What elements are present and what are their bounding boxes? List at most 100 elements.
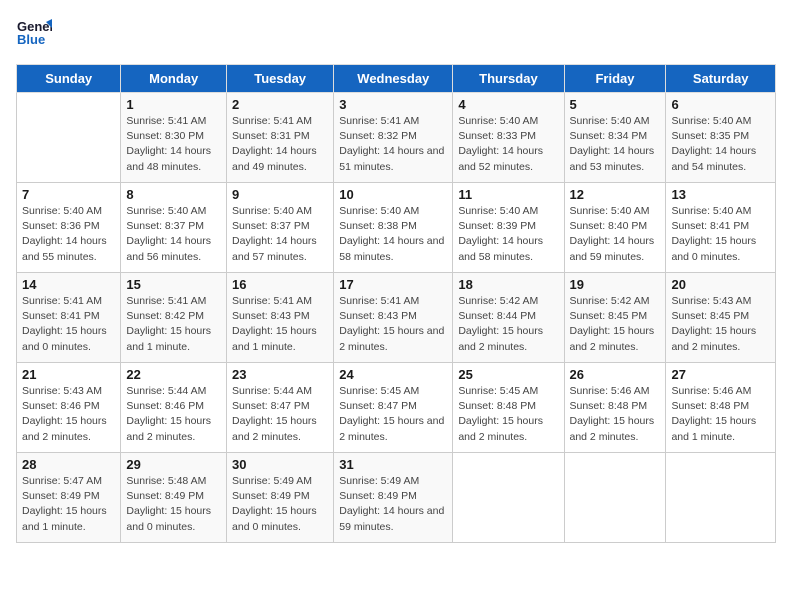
day-number: 3 [339, 97, 447, 112]
day-number: 27 [671, 367, 770, 382]
calendar-cell: 3 Sunrise: 5:41 AMSunset: 8:32 PMDaylight… [334, 93, 453, 183]
day-detail: Sunrise: 5:40 AMSunset: 8:35 PMDaylight:… [671, 114, 770, 175]
day-detail: Sunrise: 5:44 AMSunset: 8:47 PMDaylight:… [232, 384, 328, 445]
day-number: 12 [570, 187, 661, 202]
calendar-cell: 20 Sunrise: 5:43 AMSunset: 8:45 PMDayligh… [666, 273, 776, 363]
day-number: 15 [126, 277, 221, 292]
calendar-week-row: 7 Sunrise: 5:40 AMSunset: 8:36 PMDaylight… [17, 183, 776, 273]
day-detail: Sunrise: 5:41 AMSunset: 8:43 PMDaylight:… [232, 294, 328, 355]
logo-svg: General Blue [16, 16, 52, 52]
day-number: 13 [671, 187, 770, 202]
day-detail: Sunrise: 5:45 AMSunset: 8:47 PMDaylight:… [339, 384, 447, 445]
day-detail: Sunrise: 5:40 AMSunset: 8:37 PMDaylight:… [126, 204, 221, 265]
day-detail: Sunrise: 5:45 AMSunset: 8:48 PMDaylight:… [458, 384, 558, 445]
day-detail: Sunrise: 5:41 AMSunset: 8:32 PMDaylight:… [339, 114, 447, 175]
day-detail: Sunrise: 5:41 AMSunset: 8:41 PMDaylight:… [22, 294, 115, 355]
calendar-body: 1 Sunrise: 5:41 AMSunset: 8:30 PMDaylight… [17, 93, 776, 543]
day-detail: Sunrise: 5:40 AMSunset: 8:41 PMDaylight:… [671, 204, 770, 265]
calendar-cell: 4 Sunrise: 5:40 AMSunset: 8:33 PMDaylight… [453, 93, 564, 183]
calendar-cell: 7 Sunrise: 5:40 AMSunset: 8:36 PMDaylight… [17, 183, 121, 273]
day-detail: Sunrise: 5:40 AMSunset: 8:33 PMDaylight:… [458, 114, 558, 175]
calendar-table: SundayMondayTuesdayWednesdayThursdayFrid… [16, 64, 776, 543]
day-detail: Sunrise: 5:41 AMSunset: 8:30 PMDaylight:… [126, 114, 221, 175]
day-detail: Sunrise: 5:40 AMSunset: 8:36 PMDaylight:… [22, 204, 115, 265]
day-number: 29 [126, 457, 221, 472]
weekday-header-cell: Monday [121, 65, 227, 93]
calendar-cell: 24Sunrise: 5:45 AMSunset: 8:47 PMDayligh… [334, 363, 453, 453]
calendar-cell: 30Sunrise: 5:49 AMSunset: 8:49 PMDayligh… [227, 453, 334, 543]
calendar-cell: 25 Sunrise: 5:45 AMSunset: 8:48 PMDayligh… [453, 363, 564, 453]
day-number: 4 [458, 97, 558, 112]
calendar-cell: 2Sunrise: 5:41 AMSunset: 8:31 PMDaylight… [227, 93, 334, 183]
day-detail: Sunrise: 5:40 AMSunset: 8:38 PMDaylight:… [339, 204, 447, 265]
weekday-header-cell: Friday [564, 65, 666, 93]
weekday-header-cell: Sunday [17, 65, 121, 93]
day-number: 23 [232, 367, 328, 382]
day-detail: Sunrise: 5:47 AMSunset: 8:49 PMDaylight:… [22, 474, 115, 535]
calendar-cell: 22Sunrise: 5:44 AMSunset: 8:46 PMDayligh… [121, 363, 227, 453]
day-number: 31 [339, 457, 447, 472]
day-number: 19 [570, 277, 661, 292]
calendar-cell [564, 453, 666, 543]
calendar-cell: 12Sunrise: 5:40 AMSunset: 8:40 PMDayligh… [564, 183, 666, 273]
day-detail: Sunrise: 5:40 AMSunset: 8:37 PMDaylight:… [232, 204, 328, 265]
day-detail: Sunrise: 5:43 AMSunset: 8:46 PMDaylight:… [22, 384, 115, 445]
weekday-header-cell: Thursday [453, 65, 564, 93]
day-number: 8 [126, 187, 221, 202]
svg-text:Blue: Blue [17, 32, 45, 47]
calendar-cell: 23 Sunrise: 5:44 AMSunset: 8:47 PMDayligh… [227, 363, 334, 453]
day-number: 25 [458, 367, 558, 382]
calendar-cell: 31 Sunrise: 5:49 AMSunset: 8:49 PMDayligh… [334, 453, 453, 543]
day-detail: Sunrise: 5:46 AMSunset: 8:48 PMDaylight:… [671, 384, 770, 445]
calendar-cell: 28 Sunrise: 5:47 AMSunset: 8:49 PMDayligh… [17, 453, 121, 543]
calendar-cell [17, 93, 121, 183]
day-detail: Sunrise: 5:49 AMSunset: 8:49 PMDaylight:… [232, 474, 328, 535]
calendar-cell: 5Sunrise: 5:40 AMSunset: 8:34 PMDaylight… [564, 93, 666, 183]
calendar-cell: 29 Sunrise: 5:48 AMSunset: 8:49 PMDayligh… [121, 453, 227, 543]
calendar-week-row: 28 Sunrise: 5:47 AMSunset: 8:49 PMDayligh… [17, 453, 776, 543]
day-number: 26 [570, 367, 661, 382]
calendar-cell: 17Sunrise: 5:41 AMSunset: 8:43 PMDayligh… [334, 273, 453, 363]
day-number: 2 [232, 97, 328, 112]
calendar-week-row: 21 Sunrise: 5:43 AMSunset: 8:46 PMDayligh… [17, 363, 776, 453]
day-number: 21 [22, 367, 115, 382]
calendar-header: SundayMondayTuesdayWednesdayThursdayFrid… [17, 65, 776, 93]
calendar-cell: 11 Sunrise: 5:40 AMSunset: 8:39 PMDayligh… [453, 183, 564, 273]
calendar-cell: 10 Sunrise: 5:40 AMSunset: 8:38 PMDayligh… [334, 183, 453, 273]
calendar-cell [453, 453, 564, 543]
day-number: 14 [22, 277, 115, 292]
weekday-header-cell: Tuesday [227, 65, 334, 93]
day-detail: Sunrise: 5:49 AMSunset: 8:49 PMDaylight:… [339, 474, 447, 535]
day-detail: Sunrise: 5:48 AMSunset: 8:49 PMDaylight:… [126, 474, 221, 535]
calendar-cell [666, 453, 776, 543]
day-detail: Sunrise: 5:43 AMSunset: 8:45 PMDaylight:… [671, 294, 770, 355]
calendar-cell: 18 Sunrise: 5:42 AMSunset: 8:44 PMDayligh… [453, 273, 564, 363]
logo: General Blue [16, 16, 52, 52]
day-number: 16 [232, 277, 328, 292]
calendar-cell: 8 Sunrise: 5:40 AMSunset: 8:37 PMDaylight… [121, 183, 227, 273]
calendar-cell: 16 Sunrise: 5:41 AMSunset: 8:43 PMDayligh… [227, 273, 334, 363]
day-detail: Sunrise: 5:44 AMSunset: 8:46 PMDaylight:… [126, 384, 221, 445]
day-number: 18 [458, 277, 558, 292]
day-number: 6 [671, 97, 770, 112]
top-row: General Blue [16, 16, 776, 56]
calendar-cell: 19 Sunrise: 5:42 AMSunset: 8:45 PMDayligh… [564, 273, 666, 363]
day-detail: Sunrise: 5:42 AMSunset: 8:44 PMDaylight:… [458, 294, 558, 355]
day-number: 10 [339, 187, 447, 202]
day-detail: Sunrise: 5:42 AMSunset: 8:45 PMDaylight:… [570, 294, 661, 355]
calendar-cell: 15Sunrise: 5:41 AMSunset: 8:42 PMDayligh… [121, 273, 227, 363]
calendar-cell: 1 Sunrise: 5:41 AMSunset: 8:30 PMDaylight… [121, 93, 227, 183]
day-detail: Sunrise: 5:40 AMSunset: 8:39 PMDaylight:… [458, 204, 558, 265]
calendar-cell: 21 Sunrise: 5:43 AMSunset: 8:46 PMDayligh… [17, 363, 121, 453]
weekday-header-row: SundayMondayTuesdayWednesdayThursdayFrid… [17, 65, 776, 93]
day-number: 11 [458, 187, 558, 202]
day-number: 20 [671, 277, 770, 292]
day-number: 7 [22, 187, 115, 202]
day-detail: Sunrise: 5:40 AMSunset: 8:34 PMDaylight:… [570, 114, 661, 175]
day-number: 9 [232, 187, 328, 202]
day-detail: Sunrise: 5:41 AMSunset: 8:43 PMDaylight:… [339, 294, 447, 355]
calendar-week-row: 1 Sunrise: 5:41 AMSunset: 8:30 PMDaylight… [17, 93, 776, 183]
day-number: 28 [22, 457, 115, 472]
calendar-week-row: 14 Sunrise: 5:41 AMSunset: 8:41 PMDayligh… [17, 273, 776, 363]
day-number: 1 [126, 97, 221, 112]
